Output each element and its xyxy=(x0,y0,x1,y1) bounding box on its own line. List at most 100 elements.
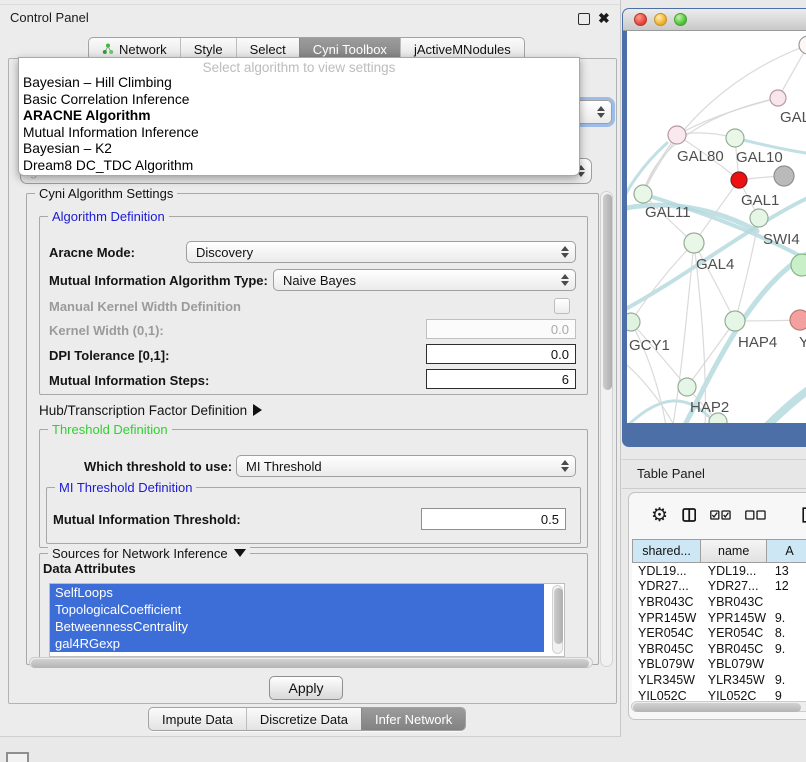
table-row[interactable]: YLR345WYLR345W9. xyxy=(632,672,806,688)
aracne-mode-select[interactable]: Discovery xyxy=(186,241,576,263)
node-label: GAL10 xyxy=(736,149,783,166)
column-header-a[interactable]: A xyxy=(767,539,806,563)
data-attribute-item[interactable]: BetweennessCentrality xyxy=(50,618,544,635)
table-cell: YER054C xyxy=(702,626,769,640)
network-node-gal11[interactable] xyxy=(634,185,652,203)
table-row[interactable]: YPR145WYPR145W9. xyxy=(632,610,806,626)
deselect-checkboxes-icon[interactable] xyxy=(745,509,766,521)
control-panel-window: Control Panel ✖ NetworkStyleSelectCyni T… xyxy=(0,0,621,737)
dpi-tolerance-field[interactable]: 0.0 xyxy=(426,344,576,364)
column-header-name[interactable]: name xyxy=(701,539,767,563)
scrollbar-thumb[interactable] xyxy=(554,588,563,644)
data-attribute-item[interactable]: TopologicalCoefficient xyxy=(50,601,544,618)
network-node-swi4[interactable] xyxy=(750,209,768,227)
node-label: GAL80 xyxy=(677,148,724,165)
tab-impute-data[interactable]: Impute Data xyxy=(149,708,246,730)
network-node-gal[interactable] xyxy=(770,90,786,106)
sources-title: Sources for Network Inference xyxy=(52,546,228,561)
algorithm-option[interactable]: Bayesian – Hill Climbing xyxy=(19,75,579,92)
document-icon[interactable] xyxy=(802,505,806,525)
network-node[interactable] xyxy=(791,254,806,276)
table-row[interactable]: YBL079WYBL079W xyxy=(632,657,806,673)
table-cell: YPR145W xyxy=(632,611,702,625)
network-node-hap2[interactable] xyxy=(678,378,696,396)
network-node[interactable] xyxy=(799,36,806,54)
table-row[interactable]: YDR27...YDR27...12 xyxy=(632,579,806,595)
network-node-y[interactable] xyxy=(790,310,806,330)
dpi-tolerance-label: DPI Tolerance [0,1]: xyxy=(49,348,169,363)
scrollbar-thumb[interactable] xyxy=(603,194,612,390)
network-node-hap4[interactable] xyxy=(725,311,745,331)
table-cell: 13 xyxy=(769,564,806,578)
table-cell: YLR345W xyxy=(702,673,769,687)
gear-icon[interactable]: ⚙ xyxy=(651,506,668,525)
network-icon xyxy=(102,43,114,55)
which-threshold-value: MI Threshold xyxy=(246,459,322,474)
tab-label: jActiveMNodules xyxy=(414,42,511,57)
table-row[interactable]: YDL19...YDL19...13 xyxy=(632,563,806,579)
algorithm-option[interactable]: Basic Correlation Inference xyxy=(19,92,579,109)
table-row[interactable]: YBR045CYBR045C9. xyxy=(632,641,806,657)
algorithm-select-hint: Select algorithm to view settings xyxy=(19,60,579,75)
network-node-gal1[interactable] xyxy=(731,172,747,188)
table-cell: YBR043C xyxy=(702,595,769,609)
network-canvas[interactable]: GALGAL80GAL10GAL1GAL11SWI4GAL4GCY1HAP4YH… xyxy=(627,31,806,423)
combo-arrows-icon xyxy=(561,246,569,258)
mi-steps-field[interactable]: 6 xyxy=(426,369,576,389)
table-cell: YPR145W xyxy=(702,611,769,625)
data-attribute-item[interactable]: SelfLoops xyxy=(50,584,544,601)
algorithm-option[interactable]: Bayesian – K2 xyxy=(19,141,579,158)
sources-expander[interactable]: Sources for Network Inference xyxy=(48,546,250,561)
node-label: GAL11 xyxy=(645,204,691,221)
network-window-titlebar[interactable] xyxy=(623,9,806,31)
columns-icon[interactable] xyxy=(682,506,696,524)
column-header-shared[interactable]: shared... xyxy=(632,539,701,563)
network-edge xyxy=(677,98,778,135)
network-edge xyxy=(778,45,806,98)
network-node-gcy1[interactable] xyxy=(627,313,640,331)
network-node[interactable] xyxy=(774,166,794,186)
settings-vertical-scrollbar[interactable] xyxy=(600,191,613,667)
data-attribute-item[interactable]: gal4RGexp xyxy=(50,635,544,652)
minimize-traffic-light[interactable] xyxy=(654,13,667,26)
group-title: MI Threshold Definition xyxy=(55,480,196,495)
settings-horizontal-scrollbar[interactable] xyxy=(29,657,593,668)
combo-arrows-icon xyxy=(597,106,605,118)
float-window-icon[interactable] xyxy=(578,13,590,25)
algorithm-option[interactable]: Dream8 DC_TDC Algorithm xyxy=(19,158,579,175)
algorithm-option[interactable]: Mutual Information Inference xyxy=(19,125,579,142)
tab-infer-network[interactable]: Infer Network xyxy=(361,708,465,730)
network-node-gal10[interactable] xyxy=(726,129,744,147)
manual-kernel-checkbox[interactable] xyxy=(554,298,570,314)
network-edge xyxy=(672,243,694,423)
minimized-panel-icon[interactable] xyxy=(6,752,29,762)
scrollbar-thumb[interactable] xyxy=(633,703,801,712)
manual-kernel-label: Manual Kernel Width Definition xyxy=(49,299,241,314)
table-row[interactable]: YBR043CYBR043C xyxy=(632,594,806,610)
close-icon[interactable]: ✖ xyxy=(598,11,610,25)
zoom-traffic-light[interactable] xyxy=(674,13,687,26)
top-divider xyxy=(0,4,620,5)
network-node-gal80[interactable] xyxy=(668,126,686,144)
bottom-tabbar: Impute DataDiscretize DataInfer Network xyxy=(148,707,466,731)
which-threshold-select[interactable]: MI Threshold xyxy=(236,455,576,477)
table-horizontal-scrollbar[interactable] xyxy=(631,701,806,712)
tab-discretize-data[interactable]: Discretize Data xyxy=(246,708,361,730)
kernel-width-field[interactable]: 0.0 xyxy=(426,319,576,339)
select-all-checkboxes-icon[interactable] xyxy=(710,509,731,521)
table-row[interactable]: YER054CYER054C8. xyxy=(632,625,806,641)
scrollbar-thumb[interactable] xyxy=(31,659,589,668)
table-cell: 12 xyxy=(769,579,806,593)
mi-algorithm-type-select[interactable]: Naive Bayes xyxy=(273,269,576,291)
close-traffic-light[interactable] xyxy=(634,13,647,26)
network-node-gal4[interactable] xyxy=(684,233,704,253)
attribute-table: shared...nameA YDL19...YDL19...13YDR27..… xyxy=(632,539,806,703)
table-cell: 9. xyxy=(769,611,806,625)
table-cell: YDL19... xyxy=(632,564,702,578)
hub-definition-expander[interactable]: Hub/Transcription Factor Definition xyxy=(39,403,262,418)
mi-threshold-field[interactable]: 0.5 xyxy=(421,508,566,530)
list-vertical-scrollbar[interactable] xyxy=(552,585,563,654)
table-cell: YDL19... xyxy=(702,564,769,578)
apply-button[interactable]: Apply xyxy=(269,676,343,700)
algorithm-option[interactable]: ARACNE Algorithm xyxy=(19,108,579,125)
